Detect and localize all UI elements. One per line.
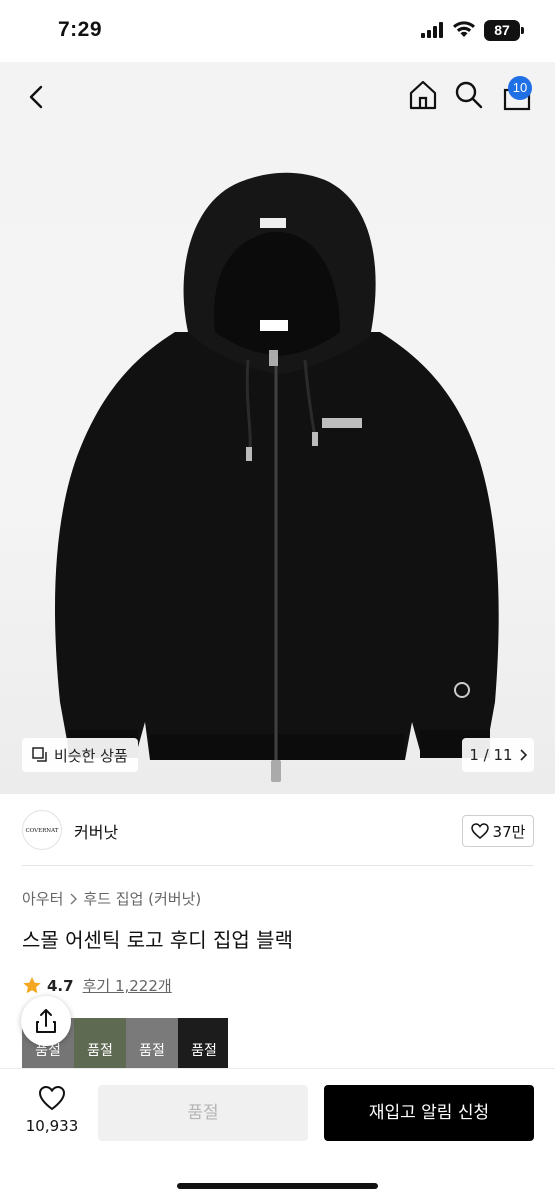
share-button[interactable] bbox=[21, 996, 71, 1046]
home-icon[interactable] bbox=[406, 78, 440, 112]
search-icon[interactable] bbox=[452, 78, 486, 112]
review-count-link[interactable]: 후기 1,222개 bbox=[83, 975, 172, 996]
status-time: 7:29 bbox=[58, 18, 103, 41]
page-counter-text: 1 / 11 bbox=[469, 746, 513, 764]
wifi-icon bbox=[453, 21, 475, 37]
wish-count: 10,933 bbox=[25, 1117, 79, 1135]
product-photo-hoodie bbox=[55, 172, 499, 782]
rating-score: 4.7 bbox=[47, 976, 74, 995]
battery-nub bbox=[521, 27, 524, 34]
image-page-counter[interactable]: 1 / 11 bbox=[462, 738, 534, 772]
brand-like-count: 37만 bbox=[492, 822, 526, 841]
chevron-right-icon bbox=[70, 893, 78, 904]
color-option[interactable]: 품절 bbox=[74, 1018, 126, 1068]
brand-row: COVERNAT 커버낫 37만 bbox=[22, 808, 534, 866]
heart-icon bbox=[470, 823, 489, 839]
back-icon[interactable] bbox=[20, 80, 54, 114]
product-image-gallery[interactable]: 10 비슷한 상품 1 / 11 bbox=[0, 62, 555, 794]
swatch-soldout-label: 품절 bbox=[191, 1043, 217, 1059]
soldout-button[interactable]: 품절 bbox=[98, 1085, 308, 1141]
similar-products-button[interactable]: 비슷한 상품 bbox=[22, 738, 138, 772]
product-title: 스몰 어센틱 로고 후디 집업 블랙 bbox=[22, 928, 293, 952]
share-icon bbox=[36, 1009, 56, 1033]
chevron-right-icon bbox=[520, 749, 527, 761]
similar-items-icon bbox=[32, 747, 47, 762]
cart-count-badge: 10 bbox=[508, 76, 532, 100]
brand-logo[interactable]: COVERNAT bbox=[22, 810, 62, 850]
color-option[interactable]: 품절 bbox=[178, 1018, 228, 1068]
heart-icon[interactable] bbox=[38, 1085, 66, 1111]
breadcrumb-outer[interactable]: 아우터 bbox=[22, 888, 63, 909]
breadcrumb-hood-zipup[interactable]: 후드 집업 (커버낫) bbox=[83, 888, 201, 909]
home-indicator[interactable] bbox=[177, 1183, 378, 1189]
battery-icon: 87 bbox=[484, 20, 520, 41]
bottom-action-bar: 10,933 품절 재입고 알림 신청 bbox=[0, 1068, 555, 1200]
rating-row: 4.7 후기 1,222개 bbox=[22, 975, 172, 996]
cellular-signal-icon bbox=[421, 22, 443, 38]
brand-like-button[interactable]: 37만 bbox=[462, 815, 534, 847]
status-bar: 7:29 87 bbox=[0, 0, 555, 62]
similar-products-label: 비슷한 상품 bbox=[54, 746, 128, 765]
star-icon bbox=[23, 977, 41, 994]
swatch-soldout-label: 품절 bbox=[87, 1043, 113, 1059]
battery-level: 87 bbox=[494, 22, 510, 38]
breadcrumb: 아우터 후드 집업 (커버낫) bbox=[22, 888, 201, 909]
brand-name[interactable]: 커버낫 bbox=[74, 819, 118, 843]
swatch-soldout-label: 품절 bbox=[139, 1043, 165, 1059]
color-option[interactable]: 품절 bbox=[126, 1018, 178, 1068]
restock-alert-button[interactable]: 재입고 알림 신청 bbox=[324, 1085, 534, 1141]
